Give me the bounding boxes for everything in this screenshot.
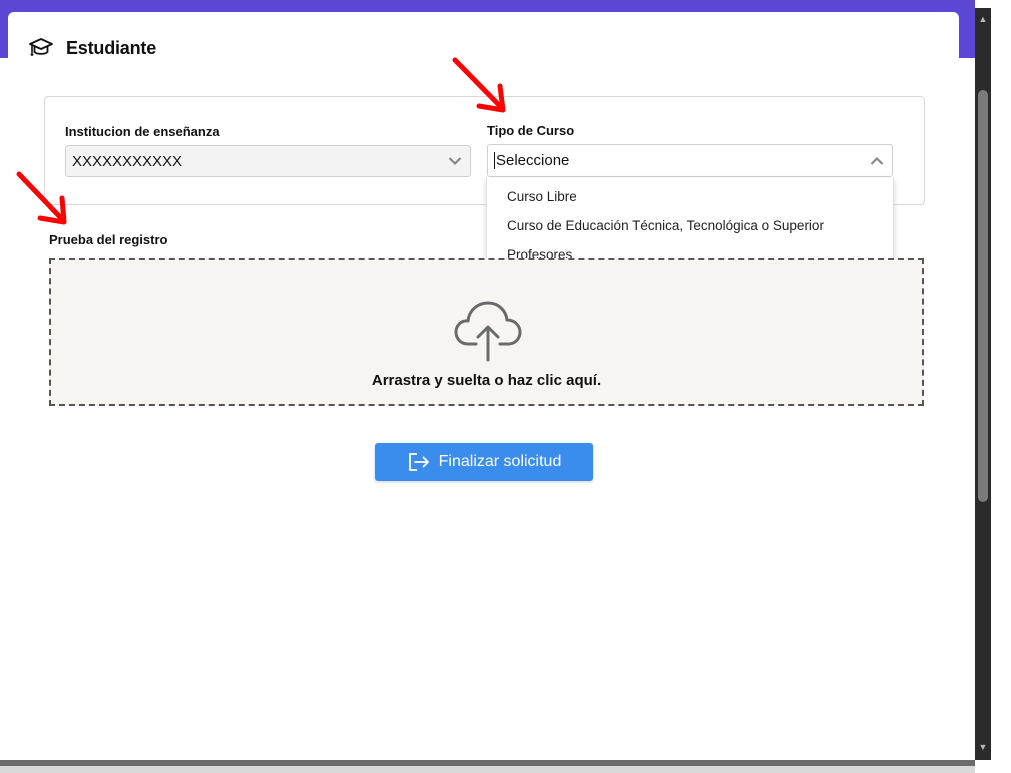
- upload-label: Prueba del registro: [49, 232, 168, 247]
- text-caret: [494, 152, 495, 169]
- dropdown-option-curso-libre[interactable]: Curso Libre: [507, 189, 577, 204]
- modal-title: Estudiante: [66, 37, 157, 58]
- student-modal: Estudiante Institucion de enseñanza XXXX…: [8, 12, 959, 760]
- institution-select[interactable]: XXXXXXXXXXX: [65, 145, 471, 177]
- bottom-strip: [0, 766, 975, 773]
- modal-header: Estudiante: [28, 34, 156, 62]
- screen: Estudiante Institucion de enseñanza XXXX…: [0, 0, 1011, 773]
- cloud-upload-icon: [454, 301, 522, 362]
- annotation-arrow-course-type: [452, 57, 506, 113]
- course-type-value: Seleccione: [496, 152, 570, 169]
- scroll-up-icon[interactable]: ▲: [978, 14, 988, 24]
- scrollbar-thumb[interactable]: [978, 90, 988, 502]
- chevron-up-icon: [870, 156, 884, 165]
- scroll-down-icon[interactable]: ▼: [978, 742, 988, 752]
- finish-request-label: Finalizar solicitud: [438, 453, 562, 470]
- institution-value: XXXXXXXXXXX: [72, 152, 183, 170]
- finish-request-button[interactable]: Finalizar solicitud: [375, 443, 593, 481]
- chevron-down-icon: [448, 157, 462, 166]
- course-type-label: Tipo de Curso: [487, 123, 575, 138]
- exit-icon: [408, 453, 429, 471]
- annotation-arrow-upload: [16, 171, 67, 225]
- institution-label: Institucion de enseñanza: [65, 124, 220, 139]
- upload-hint: Arrastra y suelta o haz clic aquí.: [371, 372, 602, 389]
- graduation-cap-icon: [29, 38, 53, 56]
- dropdown-option-educacion-tecnica[interactable]: Curso de Educación Técnica, Tecnológica …: [507, 218, 824, 233]
- upload-dropzone[interactable]: Arrastra y suelta o haz clic aquí.: [49, 258, 924, 406]
- course-type-select[interactable]: Seleccione: [487, 144, 893, 177]
